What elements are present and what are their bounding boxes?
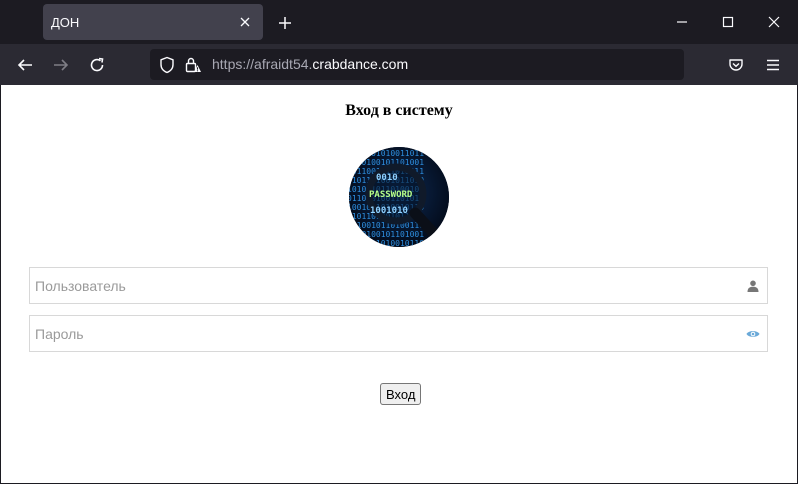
login-button[interactable]: Вход: [380, 383, 422, 405]
arrow-left-icon[interactable]: [10, 50, 40, 80]
tab-title: ДОН: [51, 14, 80, 30]
password-field[interactable]: [29, 315, 768, 352]
minimize-icon[interactable]: [665, 6, 699, 38]
page-title: Вход в систему: [345, 102, 453, 119]
lock-warning-icon[interactable]: [184, 56, 202, 74]
eye-icon[interactable]: [745, 326, 761, 342]
shield-icon[interactable]: [158, 56, 176, 74]
password-avatar-image: 1001001010011011 0110100101101001 101100…: [349, 147, 449, 247]
url-scheme: https://: [212, 56, 255, 72]
svg-text:0110100101101001: 0110100101101001: [349, 230, 424, 239]
arrow-right-icon[interactable]: [46, 50, 76, 80]
username-field[interactable]: [29, 267, 768, 304]
url-subdomain: afraidt54.: [254, 56, 313, 72]
user-icon: [745, 278, 761, 294]
svg-text:0010: 0010: [376, 173, 398, 183]
password-input[interactable]: [30, 316, 735, 351]
close-icon[interactable]: [757, 6, 791, 38]
reload-icon[interactable]: [82, 50, 112, 80]
pocket-icon[interactable]: [721, 50, 751, 80]
browser-titlebar: ДОН: [0, 0, 798, 44]
url-text[interactable]: https://afraidt54.crabdance.com: [212, 56, 408, 72]
username-input[interactable]: [30, 268, 735, 303]
hamburger-menu-icon[interactable]: [758, 50, 788, 80]
maximize-icon[interactable]: [711, 6, 745, 38]
svg-text:1001010: 1001010: [370, 206, 408, 216]
plus-icon[interactable]: [272, 10, 298, 36]
avatar-password-text: PASSWORD: [369, 190, 413, 200]
page-viewport: Вход в систему 1001001010011011 01101001…: [1, 85, 797, 483]
url-domain: crabdance.com: [312, 56, 409, 72]
url-bar[interactable]: https://afraidt54.crabdance.com: [150, 49, 684, 80]
svg-text:1001001010011011: 1001001010011011: [349, 149, 424, 158]
close-icon[interactable]: [233, 10, 257, 34]
browser-tab-active[interactable]: ДОН: [43, 4, 263, 40]
svg-text:1001011010010110: 1001011010010110: [349, 239, 424, 247]
